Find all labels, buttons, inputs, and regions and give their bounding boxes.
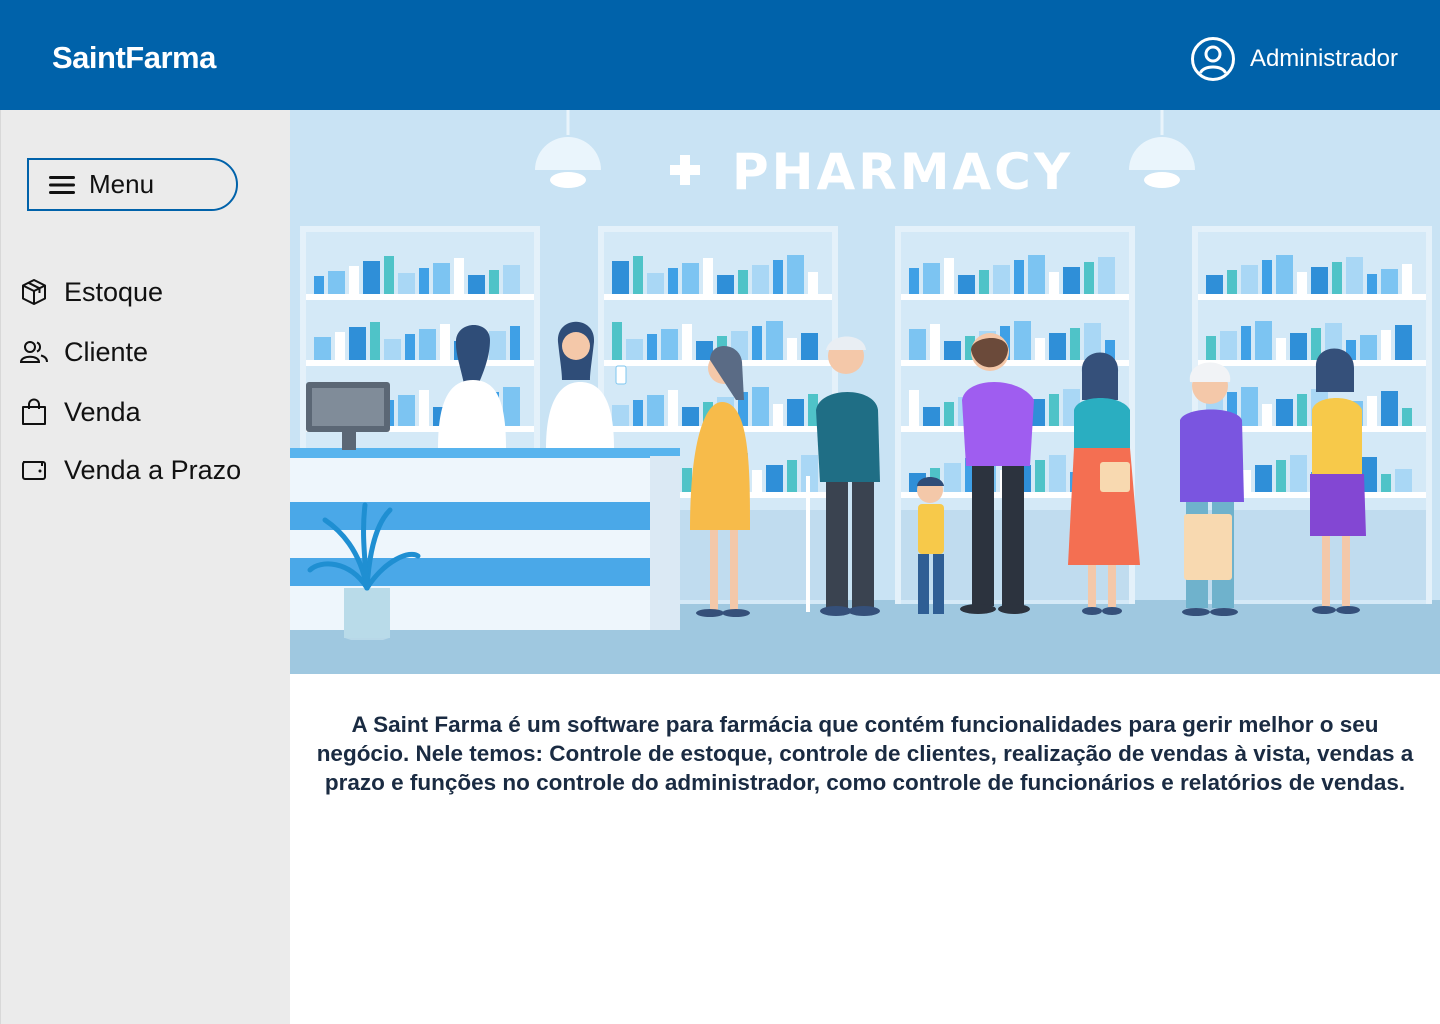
sidebar-item-estoque[interactable]: Estoque [19, 272, 163, 312]
pharmacy-illustration: PHARMACY [290, 110, 1440, 674]
user-menu[interactable]: Administrador [1190, 36, 1398, 82]
menu-label: Menu [89, 169, 155, 199]
sidebar-item-label: Venda [64, 396, 141, 427]
sidebar: Menu Estoque Cliente Venda Venda a Prazo [0, 110, 290, 1024]
pharmacy-sign: PHARMACY [732, 143, 1073, 201]
user-circle-icon [1190, 37, 1235, 81]
sidebar-item-cliente[interactable]: Cliente [19, 332, 148, 372]
sidebar-item-venda-a-prazo[interactable]: Venda a Prazo [19, 450, 241, 490]
wallet-icon [19, 455, 49, 485]
box-icon [19, 277, 49, 307]
hamburger-icon [49, 175, 75, 194]
shopping-bag-icon [19, 397, 49, 427]
menu-button[interactable]: Menu [27, 158, 238, 211]
sidebar-item-label: Estoque [64, 276, 164, 307]
top-bar: SaintFarma Administrador [0, 0, 1440, 110]
brand-logo[interactable]: SaintFarma [52, 40, 216, 76]
sidebar-item-venda[interactable]: Venda [19, 392, 141, 432]
sidebar-item-label: Venda a Prazo [64, 454, 242, 485]
app-description: A Saint Farma é um software para farmáci… [316, 712, 1414, 795]
user-name: Administrador [1249, 45, 1398, 72]
users-icon [19, 337, 49, 367]
pharmacy-scene: PHARMACY [290, 110, 1440, 674]
sidebar-item-label: Cliente [64, 336, 149, 367]
